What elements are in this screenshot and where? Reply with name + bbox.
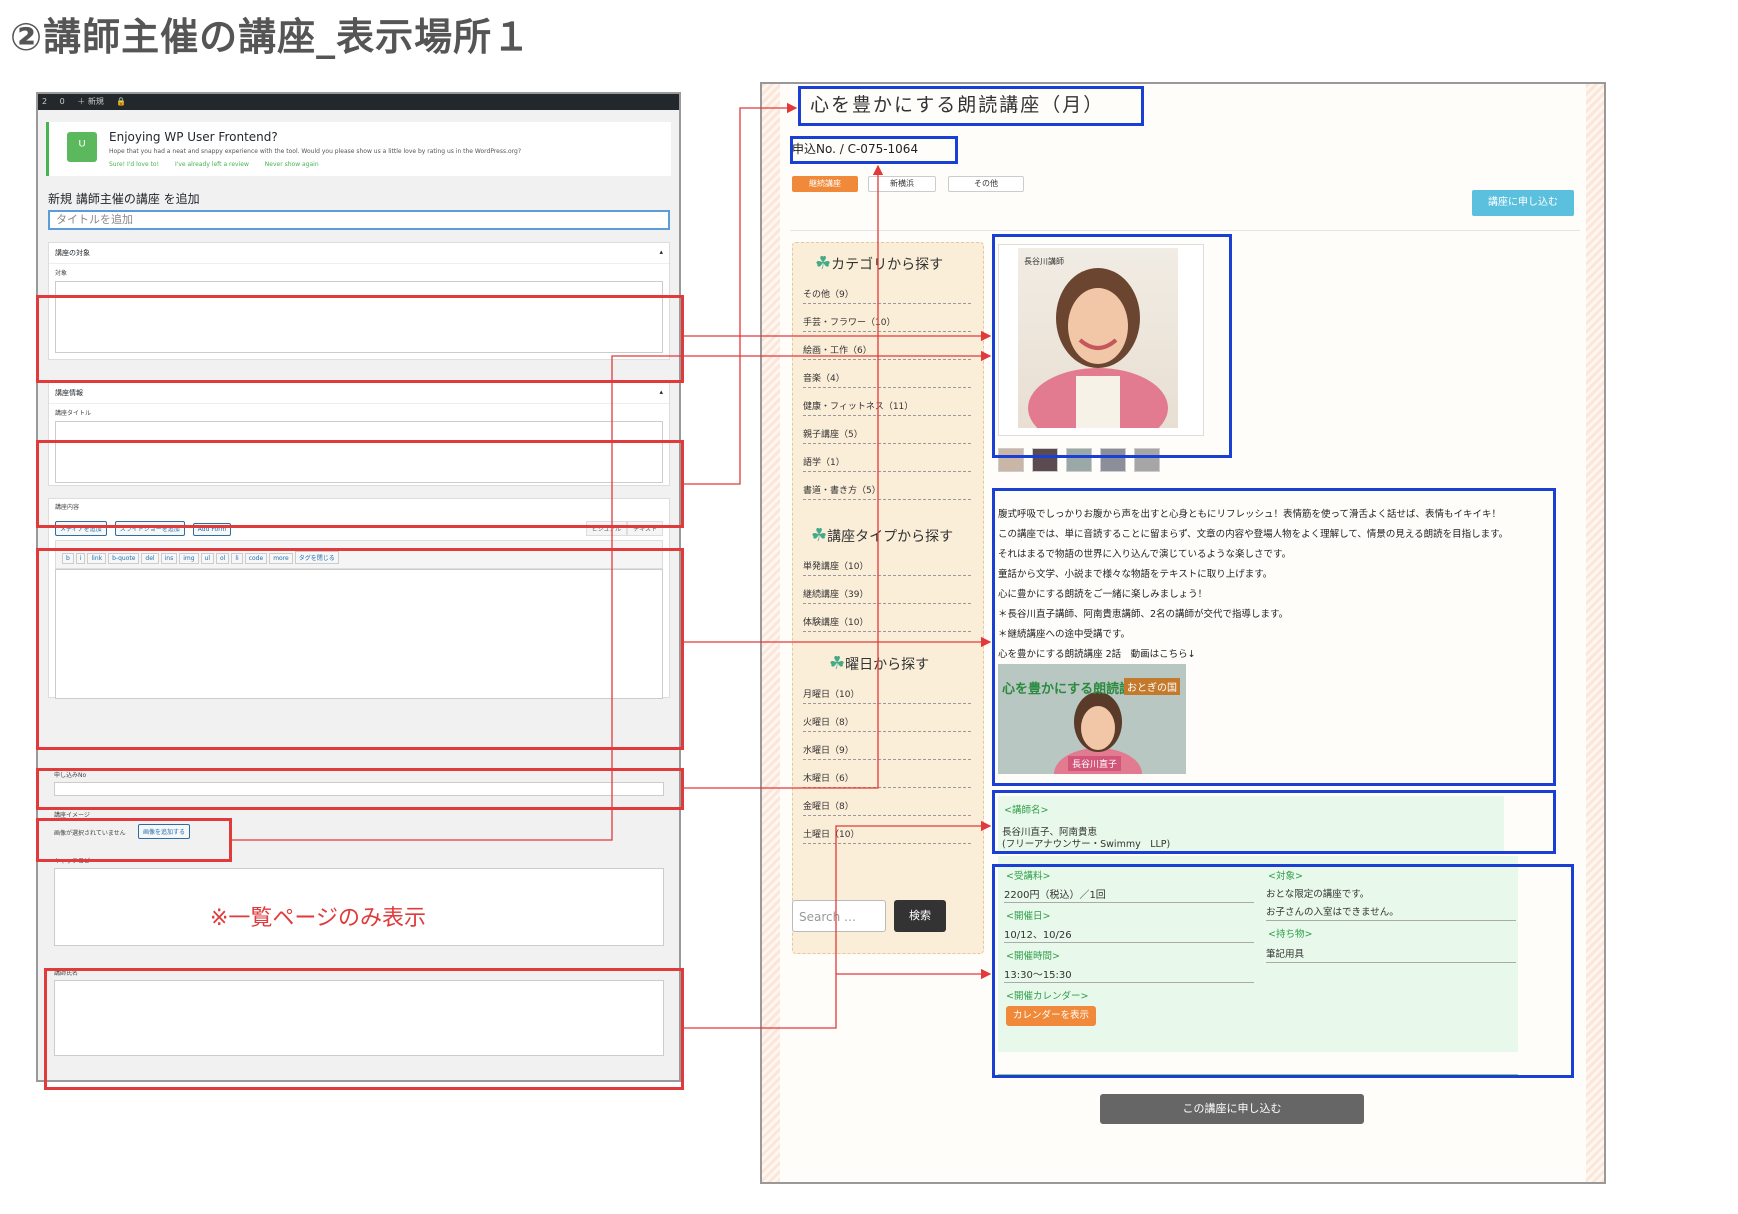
connector-arrows [232,102,992,1029]
